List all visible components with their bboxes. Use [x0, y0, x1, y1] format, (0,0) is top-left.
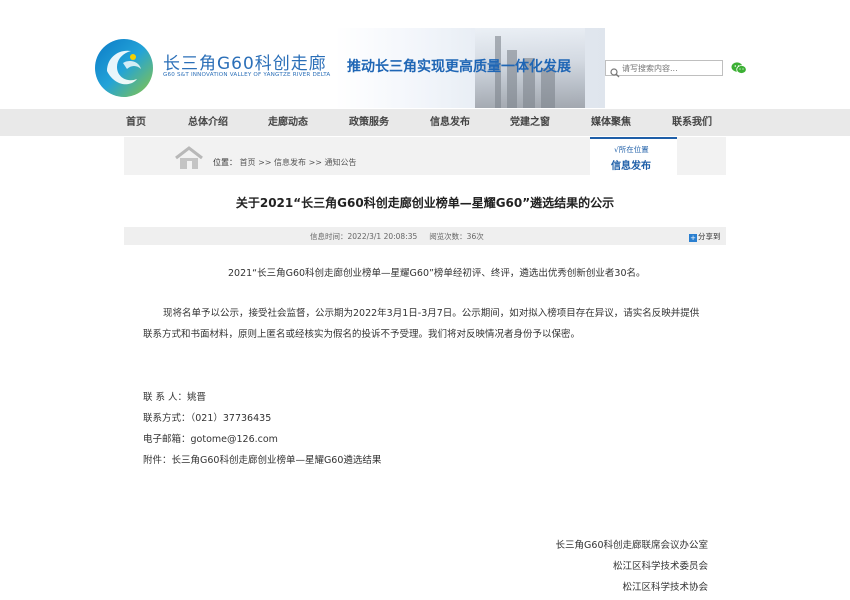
- article-title: 关于2021“长三角G60科创走廊创业榜单—星耀G60”遴选结果的公示: [235, 196, 615, 210]
- article-paragraph-2-line-2: 联系方式和书面材料，原则上匿名或经核实为假名的投诉不予受理。我们将对反映情况者身…: [143, 329, 581, 340]
- main-nav: 首页 总体介绍 走廊动态 政策服务 信息发布 党建之窗 媒体聚焦 联系我们: [0, 109, 850, 136]
- logo-title: 长三角G60科创走廊: [163, 54, 327, 74]
- article-meta: 信息时间：2022/3/1 20:08:35 阅览次数：36次: [310, 231, 484, 242]
- home-icon[interactable]: [174, 146, 204, 170]
- article-paragraph-2-line-1: 现将名单予以公示，接受社会监督，公示期为2022年3月1日-3月7日。公示期间，…: [163, 308, 700, 319]
- breadcrumb-separator: >>: [258, 158, 272, 167]
- contact-phone: 联系方式：（021）37736435: [143, 413, 272, 424]
- banner-slogan: 推动长三角实现更高质量一体化发展: [347, 59, 571, 75]
- nav-item-overview[interactable]: 总体介绍: [188, 109, 228, 136]
- logo-subtitle: G60 S&T INNOVATION VALLEY OF YANGTZE RIV…: [163, 72, 331, 78]
- signature-association: 松江区科学技术协会: [622, 582, 708, 593]
- article-paragraph-1: 2021“长三角G60科创走廊创业榜单—星耀G60”榜单经初评、终评，遴选出优秀…: [228, 268, 646, 279]
- nav-item-party[interactable]: 党建之窗: [510, 109, 550, 136]
- search-input[interactable]: [622, 61, 718, 75]
- share-icon: +: [689, 234, 697, 242]
- contact-email: 电子邮箱：gotome@126.com: [143, 434, 278, 445]
- nav-item-contact[interactable]: 联系我们: [672, 109, 712, 136]
- search-icon[interactable]: [610, 63, 620, 78]
- contact-person: 联 系 人：姚晋: [143, 392, 207, 403]
- nav-item-news[interactable]: 走廊动态: [268, 109, 308, 136]
- site-logo-icon[interactable]: [93, 37, 155, 99]
- article-views: 阅览次数：36次: [429, 232, 484, 241]
- breadcrumb-separator: >>: [308, 158, 322, 167]
- nav-item-home[interactable]: 首页: [126, 109, 146, 136]
- breadcrumb-notice[interactable]: 通知公告: [325, 158, 357, 167]
- breadcrumb-home[interactable]: 首页: [240, 158, 256, 167]
- wechat-icon[interactable]: [731, 60, 747, 74]
- nav-item-media[interactable]: 媒体聚焦: [591, 109, 631, 136]
- signature-office: 长三角G60科创走廊联席会议办公室: [555, 540, 708, 551]
- current-section-title: 信息发布: [611, 161, 651, 172]
- share-button[interactable]: + 分享到: [689, 231, 721, 242]
- current-section-box: √所在位置 信息发布: [590, 137, 677, 175]
- attachment-link[interactable]: 附件：长三角G60科创走廊创业榜单—星耀G60遴选结果: [143, 452, 381, 466]
- share-label: 分享到: [698, 232, 721, 241]
- article-time: 信息时间：2022/3/1 20:08:35: [310, 232, 418, 241]
- search-box[interactable]: [605, 60, 723, 78]
- nav-item-info[interactable]: 信息发布: [430, 109, 470, 136]
- nav-item-policy[interactable]: 政策服务: [349, 109, 389, 136]
- breadcrumb-info[interactable]: 信息发布: [274, 158, 306, 167]
- current-location-label: √所在位置: [614, 145, 649, 154]
- breadcrumb-label: 位置：: [213, 158, 237, 167]
- signature-committee: 松江区科学技术委员会: [612, 561, 708, 572]
- breadcrumb: 位置： 首页 >> 信息发布 >> 通知公告: [213, 157, 357, 168]
